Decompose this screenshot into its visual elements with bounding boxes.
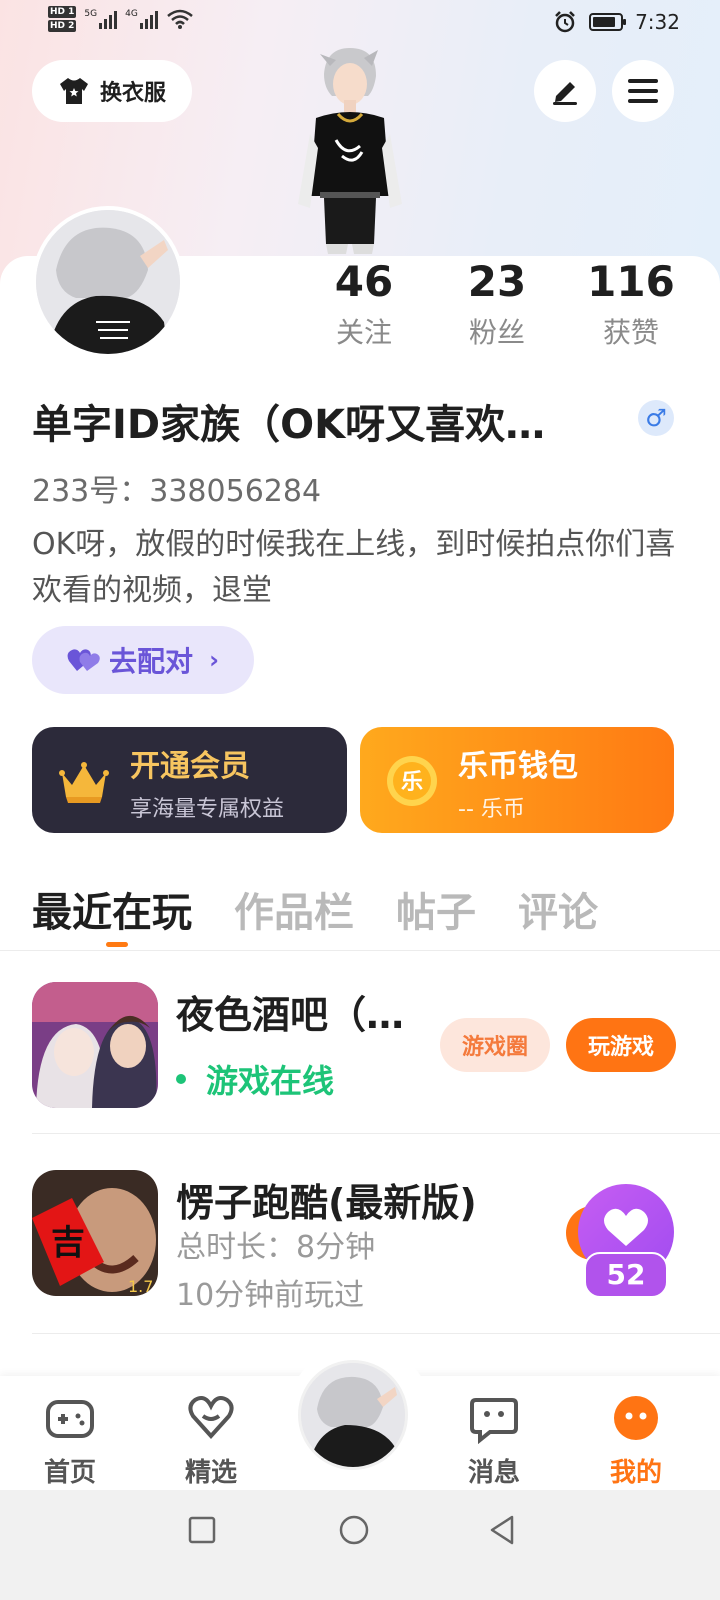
hd1-indicator: HD 1 (48, 6, 77, 18)
back-icon[interactable] (488, 1514, 518, 1546)
vip-subtitle: 享海量专属权益 (130, 797, 285, 822)
game-title: 愣子跑酷(最新版) (176, 1181, 477, 1225)
nav-label: 首页 (43, 1458, 96, 1488)
chevron-right-icon: › (209, 646, 219, 674)
center-avatar-button[interactable] (298, 1360, 408, 1470)
wallet-card[interactable]: 乐 乐币钱包 -- 乐币 (360, 727, 674, 833)
edit-icon (553, 82, 577, 105)
tab-posts[interactable]: 帖子 (396, 880, 476, 938)
profile-avatar[interactable] (32, 206, 184, 358)
signal-5g-icon: 5G (84, 9, 118, 29)
edit-profile-button[interactable] (534, 60, 596, 122)
stat-label: 获赞 (602, 316, 659, 349)
like-count-badge: 52 (584, 1252, 668, 1298)
vip-title: 开通会员 (130, 749, 250, 784)
recent-apps-icon[interactable] (188, 1516, 216, 1544)
system-navigation-bar (0, 1490, 720, 1600)
nav-featured[interactable]: 精选 (171, 1392, 251, 1489)
tab-comments[interactable]: 评论 (518, 880, 598, 938)
avatar-character-figure[interactable] (290, 44, 410, 256)
online-status: 游戏在线 (176, 1056, 334, 1102)
nav-messages[interactable]: 消息 (454, 1392, 534, 1489)
signal-4g-icon: 4G (125, 9, 158, 29)
heart-outline-icon (188, 1396, 234, 1439)
profile-bio: OK呀，放假的时候我在上线，到时候拍点你们喜欢看的视频，退堂 (32, 527, 676, 608)
match-label: 去配对 (109, 645, 194, 678)
row-divider (32, 1133, 720, 1134)
coin-glyph: 乐 (401, 770, 423, 795)
stat-label: 关注 (335, 316, 392, 349)
profile-name: 单字ID家族（OK呀又喜欢… (32, 402, 546, 448)
game-icon: 吉 1.7 (32, 1170, 158, 1296)
stat-value: 46 (334, 257, 394, 306)
play-game-button[interactable]: 玩游戏 (566, 1018, 676, 1072)
hd2-indicator: HD 2 (48, 20, 77, 32)
chat-icon (470, 1398, 518, 1445)
vip-membership-card[interactable]: 开通会员 享海量专属权益 (32, 727, 347, 833)
menu-icon (628, 79, 658, 103)
gender-male-icon: ♂ (638, 400, 674, 436)
icon-glyph: 吉 (51, 1223, 85, 1263)
stat-value: 116 (587, 257, 675, 306)
wallet-title: 乐币钱包 (458, 749, 578, 784)
profile-tabs: 最近在玩 作品栏 帖子 评论 (32, 880, 640, 947)
game-circle-button[interactable]: 游戏圈 (440, 1018, 550, 1072)
tab-recently-played[interactable]: 最近在玩 (32, 880, 192, 947)
game-title: 夜色酒吧（… (176, 993, 405, 1037)
game-icon (32, 982, 158, 1108)
nav-label: 精选 (184, 1458, 237, 1488)
coin-icon: 乐 (387, 756, 437, 806)
status-bar: HD 1 HD 2 5G 4G 7:32 (0, 0, 720, 48)
icon-corner-text: 1.7 (128, 1277, 153, 1296)
row-divider (32, 1333, 720, 1334)
stat-label: 粉丝 (468, 316, 525, 349)
wifi-icon (167, 9, 193, 29)
shirt-icon (59, 78, 88, 104)
nav-label: 我的 (609, 1458, 662, 1488)
tab-works[interactable]: 作品栏 (234, 880, 354, 938)
battery-icon (589, 13, 627, 31)
face-icon (614, 1396, 658, 1440)
menu-button[interactable] (612, 60, 674, 122)
stat-value: 23 (467, 257, 527, 306)
nav-mine[interactable]: 我的 (596, 1392, 676, 1489)
nav-label: 消息 (467, 1458, 520, 1488)
nav-home[interactable]: 首页 (30, 1392, 110, 1489)
last-played: 10分钟前玩过 (176, 1278, 365, 1313)
home-icon[interactable] (338, 1514, 370, 1546)
wallet-subtitle: -- 乐币 (458, 797, 525, 822)
change-outfit-button[interactable]: 换衣服 (32, 60, 192, 122)
gamepad-icon (46, 1400, 94, 1438)
change-outfit-label: 换衣服 (99, 81, 166, 106)
double-heart-icon (67, 649, 100, 671)
stat-likes[interactable]: 116 获赞 (571, 256, 691, 358)
clock: 7:32 (635, 10, 680, 34)
match-button[interactable]: 去配对 › (32, 626, 254, 694)
user-id[interactable]: 233号：338056284 (32, 466, 321, 510)
stat-following[interactable]: 46 关注 (304, 256, 424, 358)
stat-followers[interactable]: 23 粉丝 (437, 256, 557, 358)
play-duration: 总时长：8分钟 (176, 1230, 376, 1265)
tabs-divider (0, 950, 720, 951)
alarm-icon (555, 11, 575, 33)
crown-icon (59, 762, 109, 803)
list-item[interactable]: 夜色酒吧（… 游戏在线 游戏圈 玩游戏 (32, 982, 688, 1112)
profile-stats: 46 关注 23 粉丝 116 获赞 (300, 256, 700, 366)
